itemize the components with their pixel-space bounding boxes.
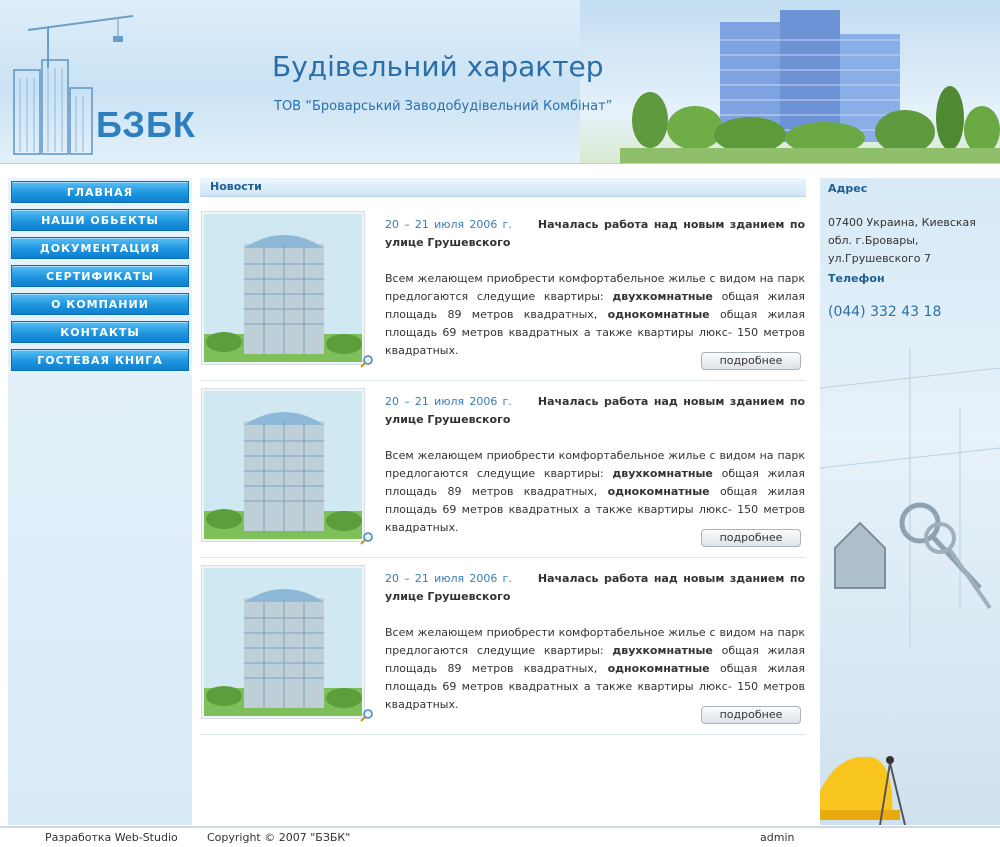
phone-number: (044) 332 43 18 <box>828 304 942 320</box>
news-text: 20 – 21 июля 2006 г. Началась работа над… <box>385 216 805 360</box>
menu-item-guestbook[interactable]: ГОСТЕВАЯ КНИГА <box>11 349 189 371</box>
building-photo-icon <box>204 214 362 362</box>
address-label: Адрес <box>828 182 868 195</box>
magnifier-icon[interactable] <box>360 354 374 368</box>
building-photo-icon <box>204 391 362 539</box>
news-strong: однокомнатные <box>607 662 710 675</box>
news-strong: однокомнатные <box>607 308 710 321</box>
site-header: БЗБК Будівельний характер ТОВ “Броварськ… <box>0 0 1000 164</box>
news-item: 20 – 21 июля 2006 г. Началась работа над… <box>200 387 806 558</box>
news-strong: двухкомнатные <box>612 290 713 303</box>
right-sidebar: Адрес 07400 Украина, Киевская обл. г.Бро… <box>820 178 1000 825</box>
keys-blueprint-icon <box>820 348 1000 825</box>
footer-dev[interactable]: Разработка Web-Studio <box>45 831 178 844</box>
news-text: 20 – 21 июля 2006 г. Началась работа над… <box>385 393 805 537</box>
news-item: 20 – 21 июля 2006 г. Началась работа над… <box>200 564 806 735</box>
more-button[interactable]: подробнее <box>701 529 801 547</box>
more-button[interactable]: подробнее <box>701 352 801 370</box>
news-text: 20 – 21 июля 2006 г. Началась работа над… <box>385 570 805 714</box>
news-strong: двухкомнатные <box>612 644 713 657</box>
news-date: 20 – 21 июля 2006 г. <box>385 218 512 231</box>
building-photo-icon <box>204 568 362 716</box>
left-sidebar: ГЛАВНАЯ НАШИ ОБЬЕКТЫ ДОКУМЕНТАЦИЯ СЕРТИФ… <box>8 178 192 825</box>
news-date: 20 – 21 июля 2006 г. <box>385 395 512 408</box>
footer-admin-link[interactable]: admin <box>760 831 794 844</box>
menu-item-contacts[interactable]: КОНТАКТЫ <box>11 321 189 343</box>
news-strong: двухкомнатные <box>612 467 713 480</box>
phone-label: Телефон <box>828 272 885 285</box>
menu-item-home[interactable]: ГЛАВНАЯ <box>11 181 189 203</box>
news-header: Новости <box>200 178 806 197</box>
more-button[interactable]: подробнее <box>701 706 801 724</box>
site-subtitle: ТОВ “Броварський Заводобудівельний Комбі… <box>274 99 613 114</box>
site-title: Будівельний характер <box>272 50 604 83</box>
news-date: 20 – 21 июля 2006 г. <box>385 572 512 585</box>
news-item: 20 – 21 июля 2006 г. Началась работа над… <box>200 210 806 381</box>
menu-item-about[interactable]: О КОМПАНИИ <box>11 293 189 315</box>
news-thumbnail[interactable] <box>201 388 365 542</box>
news-thumbnail[interactable] <box>201 565 365 719</box>
footer-copyright: Copyright © 2007 "БЗБК" <box>207 831 351 844</box>
menu-item-certificates[interactable]: СЕРТИФИКАТЫ <box>11 265 189 287</box>
magnifier-icon[interactable] <box>360 531 374 545</box>
footer-divider <box>0 826 1000 828</box>
address-text: 07400 Украина, Киевская обл. г.Бровары, … <box>828 216 976 265</box>
logo-text[interactable]: БЗБК <box>96 104 196 146</box>
news-heading: Новости <box>210 180 262 193</box>
magnifier-icon[interactable] <box>360 708 374 722</box>
menu-item-objects[interactable]: НАШИ ОБЬЕКТЫ <box>11 209 189 231</box>
menu-item-documents[interactable]: ДОКУМЕНТАЦИЯ <box>11 237 189 259</box>
news-strong: однокомнатные <box>607 485 710 498</box>
city-skyline-icon <box>620 10 1000 163</box>
news-thumbnail[interactable] <box>201 211 365 365</box>
